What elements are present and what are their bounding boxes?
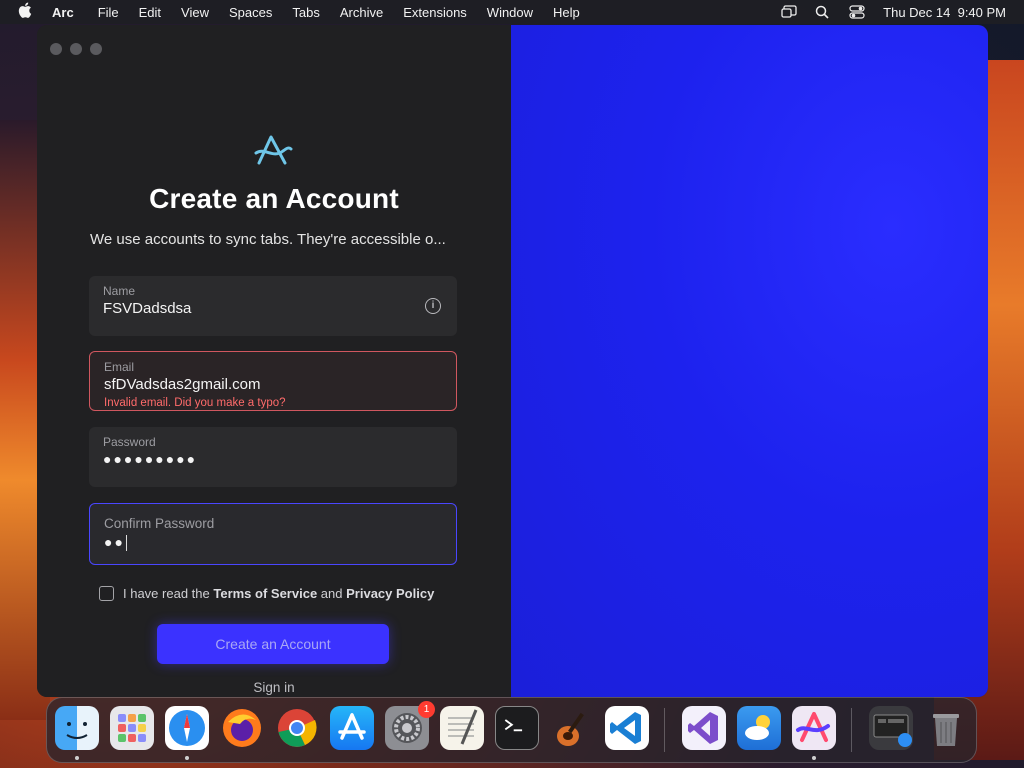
dock-separator (851, 708, 852, 752)
name-value: FSVDadsdsa (103, 300, 192, 317)
name-label: Name (103, 284, 136, 298)
illustration-pane (511, 25, 988, 697)
menu-extensions[interactable]: Extensions (403, 5, 467, 20)
menu-archive[interactable]: Archive (340, 5, 383, 20)
dock-separator (664, 708, 665, 752)
notification-badge: 1 (418, 701, 435, 718)
signup-panel: Create an Account We use accounts to syn… (37, 25, 511, 697)
close-window-button[interactable] (50, 43, 62, 55)
visual-studio-icon[interactable] (682, 706, 726, 750)
menu-app-name[interactable]: Arc (52, 5, 74, 20)
password-label: Password (103, 435, 156, 449)
menu-window[interactable]: Window (487, 5, 533, 20)
confirm-password-field[interactable]: Confirm Password ●● (89, 503, 457, 565)
safari-icon[interactable] (165, 706, 209, 750)
page-subtitle: We use accounts to sync tabs. They're ac… (90, 231, 446, 248)
zoom-window-button[interactable] (90, 43, 102, 55)
email-value: sfDVadsdas2gmail.com (104, 376, 261, 393)
confirm-password-label: Confirm Password (104, 516, 215, 531)
email-label: Email (104, 360, 135, 374)
confirm-password-input-row: ●● (104, 534, 127, 552)
privacy-policy-link[interactable]: Privacy Policy (346, 586, 434, 601)
launchpad-icon[interactable] (110, 706, 154, 750)
terms-and: and (320, 586, 343, 601)
vscode-icon[interactable] (605, 706, 649, 750)
running-indicator (185, 756, 189, 760)
firefox-icon[interactable] (220, 706, 264, 750)
apple-menu-icon[interactable] (18, 2, 36, 22)
screen-mirroring-icon[interactable] (781, 5, 797, 19)
garageband-icon[interactable] (550, 706, 594, 750)
email-field[interactable]: Email sfDVadsdas2gmail.com Invalid email… (89, 351, 457, 411)
menu-edit[interactable]: Edit (139, 5, 161, 20)
trash-icon[interactable] (924, 706, 968, 750)
terms-prefix: I have read the (123, 586, 210, 601)
chrome-icon[interactable] (275, 706, 319, 750)
minimize-window-button[interactable] (70, 43, 82, 55)
finder-icon[interactable] (55, 706, 99, 750)
arc-window: Create an Account We use accounts to syn… (37, 25, 988, 697)
wavy-divider (505, 25, 517, 697)
info-icon[interactable]: i (425, 298, 441, 314)
terminal-icon[interactable] (495, 706, 539, 750)
password-field[interactable]: Password ●●●●●●●●● (89, 427, 457, 487)
terms-row: I have read the Terms of Service and Pri… (99, 586, 434, 601)
control-center-icon[interactable] (849, 5, 865, 19)
window-controls (50, 43, 102, 55)
weather-icon[interactable] (737, 706, 781, 750)
running-indicator (812, 756, 816, 760)
menu-bar: Arc File Edit View Spaces Tabs Archive E… (0, 0, 1024, 24)
spotlight-search-icon[interactable] (815, 5, 831, 19)
text-caret (125, 535, 127, 552)
dock: 1 (46, 697, 977, 763)
running-indicator (75, 756, 79, 760)
menubar-clock[interactable]: Thu Dec 14 9:40 PM (883, 5, 1006, 20)
sign-in-link[interactable]: Sign in (37, 680, 511, 695)
app-store-icon[interactable] (330, 706, 374, 750)
password-value: ●●●●●●●●● (103, 451, 198, 467)
confirm-password-value: ●● (104, 534, 125, 550)
menu-view[interactable]: View (181, 5, 209, 20)
menu-spaces[interactable]: Spaces (229, 5, 272, 20)
page-title: Create an Account (149, 183, 399, 214)
email-error-text: Invalid email. Did you make a typo? (104, 397, 286, 409)
menu-help[interactable]: Help (553, 5, 580, 20)
terms-of-service-link[interactable]: Terms of Service (213, 586, 317, 601)
name-field[interactable]: Name FSVDadsdsa i (89, 276, 457, 336)
textedit-icon[interactable] (440, 706, 484, 750)
arc-app-icon[interactable] (792, 706, 836, 750)
arc-logo-icon (253, 133, 293, 167)
screenshot-icon[interactable] (869, 706, 913, 750)
terms-checkbox[interactable] (99, 586, 114, 601)
terms-text: I have read the Terms of Service and Pri… (123, 586, 434, 601)
create-account-button[interactable]: Create an Account (157, 624, 389, 664)
menu-file[interactable]: File (98, 5, 119, 20)
system-settings-icon[interactable]: 1 (385, 701, 435, 750)
menu-tabs[interactable]: Tabs (292, 5, 319, 20)
